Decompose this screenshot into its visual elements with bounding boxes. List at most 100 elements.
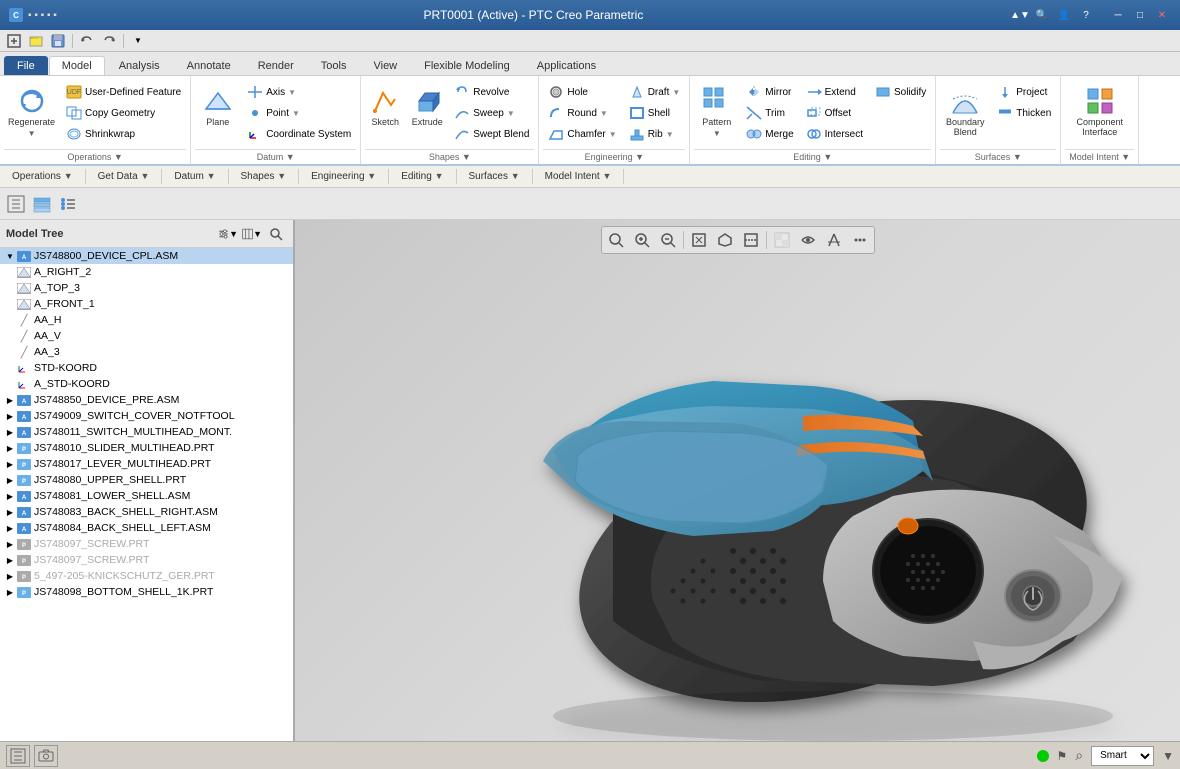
project-btn[interactable]: Project [992, 82, 1056, 102]
tree-item-switch-multi[interactable]: ▶ A JS748011_SWITCH_MULTIHEAD_MONT. [0, 424, 293, 440]
lower-shell-expand[interactable]: ▶ [4, 490, 16, 502]
tree-item-std-koord[interactable]: STD-KOORD [0, 360, 293, 376]
extend-btn[interactable]: Extend [801, 82, 868, 102]
tab-file[interactable]: File [4, 56, 48, 75]
tab-view[interactable]: View [360, 56, 410, 75]
qa-undo-btn[interactable] [77, 32, 97, 50]
boundary-blend-btn[interactable]: BoundaryBlend [940, 82, 990, 141]
tree-item-aa-3[interactable]: ╱ AA_3 [0, 344, 293, 360]
tree-item-lower-shell[interactable]: ▶ A JS748081_LOWER_SHELL.ASM [0, 488, 293, 504]
tree-search-btn[interactable] [265, 224, 287, 244]
regenerate-btn[interactable]: Regenerate ▼ [4, 82, 59, 141]
tree-settings-arrow[interactable]: ▼ [229, 229, 238, 239]
lever-expand[interactable]: ▶ [4, 458, 16, 470]
tree-item-slider[interactable]: ▶ P JS748010_SLIDER_MULTIHEAD.PRT [0, 440, 293, 456]
tree-item-screw2[interactable]: ▶ P JS748097_SCREW.PRT [0, 552, 293, 568]
screw1-expand[interactable]: ▶ [4, 538, 16, 550]
tree-item-a-top[interactable]: A_TOP_3 [0, 280, 293, 296]
axis-arrow[interactable]: ▼ [288, 88, 296, 97]
qa-custom-btn[interactable]: ▼ [128, 32, 148, 50]
tab-analysis[interactable]: Analysis [106, 56, 173, 75]
revolve-btn[interactable]: Revolve [449, 82, 534, 102]
qa-open-btn[interactable] [26, 32, 46, 50]
status-camera-btn[interactable] [34, 745, 58, 767]
datum-section[interactable]: Datum ▼ [162, 169, 228, 184]
get-data-section[interactable]: Get Data ▼ [86, 169, 163, 184]
chamfer-btn[interactable]: Chamfer ▼ [543, 124, 621, 144]
pattern-btn[interactable]: Pattern ▼ [694, 82, 739, 141]
trim-btn[interactable]: Trim [741, 103, 798, 123]
tree-item-a-front[interactable]: A_FRONT_1 [0, 296, 293, 312]
knickschutz-expand[interactable]: ▶ [4, 570, 16, 582]
tree-settings-btn[interactable]: ▼ [217, 224, 239, 244]
viewport[interactable] [295, 220, 1180, 741]
tab-applications[interactable]: Applications [524, 56, 609, 75]
sweep-btn[interactable]: Sweep ▼ [449, 103, 534, 123]
tab-annotate[interactable]: Annotate [174, 56, 244, 75]
switch-multi-expand[interactable]: ▶ [4, 426, 16, 438]
tab-tools[interactable]: Tools [308, 56, 360, 75]
shrinkwrap-btn[interactable]: Shrinkwrap [61, 124, 186, 144]
tree-content[interactable]: ▼ A JS748800_DEVICE_CPL.ASM A_RIGHT_2 A_… [0, 248, 293, 741]
component-interface-btn[interactable]: ComponentInterface [1072, 82, 1127, 141]
qa-save-btn[interactable] [48, 32, 68, 50]
tab-model[interactable]: Model [49, 56, 105, 75]
tree-item-knickschutz[interactable]: ▶ P 5_497-205-KNICKSCHUTZ_GER.PRT [0, 568, 293, 584]
tab-render[interactable]: Render [245, 56, 307, 75]
engineering-section[interactable]: Engineering ▼ [299, 169, 389, 184]
hole-btn[interactable]: Hole [543, 82, 621, 102]
offset-btn[interactable]: Offset [801, 103, 868, 123]
tree-item-upper-shell[interactable]: ▶ P JS748080_UPPER_SHELL.PRT [0, 472, 293, 488]
slider-expand[interactable]: ▶ [4, 442, 16, 454]
model-tree-toggle-btn[interactable] [4, 192, 28, 216]
editing-section[interactable]: Editing ▼ [389, 169, 456, 184]
bottom-shell-expand[interactable]: ▶ [4, 586, 16, 598]
screw2-expand[interactable]: ▶ [4, 554, 16, 566]
user-defined-feature-btn[interactable]: UDF User-Defined Feature [61, 82, 186, 102]
plane-btn[interactable]: Plane [195, 82, 240, 131]
round-btn[interactable]: Round ▼ [543, 103, 621, 123]
rib-btn[interactable]: Rib ▼ [624, 124, 686, 144]
tree-item-root[interactable]: ▼ A JS748800_DEVICE_CPL.ASM [0, 248, 293, 264]
copy-geometry-btn[interactable]: Copy Geometry [61, 103, 186, 123]
sketch-btn[interactable]: Sketch [365, 82, 405, 131]
tree-item-switch-cover[interactable]: ▶ A JS749009_SWITCH_COVER_NOTFTOOL [0, 408, 293, 424]
qa-redo-btn[interactable] [99, 32, 119, 50]
tree-item-back-left[interactable]: ▶ A JS748084_BACK_SHELL_LEFT.ASM [0, 520, 293, 536]
point-arrow[interactable]: ▼ [292, 109, 300, 118]
thicken-btn[interactable]: Thicken [992, 103, 1056, 123]
tree-item-a-std-koord[interactable]: A_STD-KOORD [0, 376, 293, 392]
account-icon[interactable]: 👤 [1054, 7, 1074, 23]
model-intent-section[interactable]: Model Intent ▼ [533, 169, 625, 184]
operations-section[interactable]: Operations ▼ [0, 169, 86, 184]
feature-list-btn[interactable] [56, 192, 80, 216]
search-icon[interactable]: 🔍 [1032, 7, 1052, 23]
mirror-btn[interactable]: Mirror [741, 82, 798, 102]
point-btn[interactable]: Point ▼ [242, 103, 356, 123]
tree-item-aa-v[interactable]: ╱ AA_V [0, 328, 293, 344]
regenerate-arrow[interactable]: ▼ [28, 129, 36, 138]
coord-system-btn[interactable]: Coordinate System [242, 124, 356, 144]
tree-item-a-right[interactable]: A_RIGHT_2 [0, 264, 293, 280]
draft-btn[interactable]: Draft ▼ [624, 82, 686, 102]
intersect-btn[interactable]: Intersect [801, 124, 868, 144]
extrude-btn[interactable]: Extrude [407, 82, 447, 131]
tree-item-aa-h[interactable]: ╱ AA_H [0, 312, 293, 328]
smart-dropdown-arrow[interactable]: ▼ [1162, 749, 1174, 763]
upper-shell-expand[interactable]: ▶ [4, 474, 16, 486]
pattern-arrow[interactable]: ▼ [713, 129, 721, 138]
layer-tree-btn[interactable] [30, 192, 54, 216]
dev-pre-expand[interactable]: ▶ [4, 394, 16, 406]
back-left-expand[interactable]: ▶ [4, 522, 16, 534]
close-btn[interactable]: ✕ [1152, 7, 1172, 23]
solidify-btn[interactable]: Solidify [870, 82, 931, 102]
qa-new-btn[interactable] [4, 32, 24, 50]
snap-mode-select[interactable]: Smart Auto Manual [1091, 746, 1154, 766]
switch-cover-expand[interactable]: ▶ [4, 410, 16, 422]
tree-item-dev-pre[interactable]: ▶ A JS748850_DEVICE_PRE.ASM [0, 392, 293, 408]
shell-btn[interactable]: Shell [624, 103, 686, 123]
tree-item-screw1[interactable]: ▶ P JS748097_SCREW.PRT [0, 536, 293, 552]
binoculars-icon[interactable]: ⌕ [1075, 747, 1083, 764]
tab-flexible-modeling[interactable]: Flexible Modeling [411, 56, 523, 75]
help-icon[interactable]: ▲▼ [1010, 7, 1030, 23]
